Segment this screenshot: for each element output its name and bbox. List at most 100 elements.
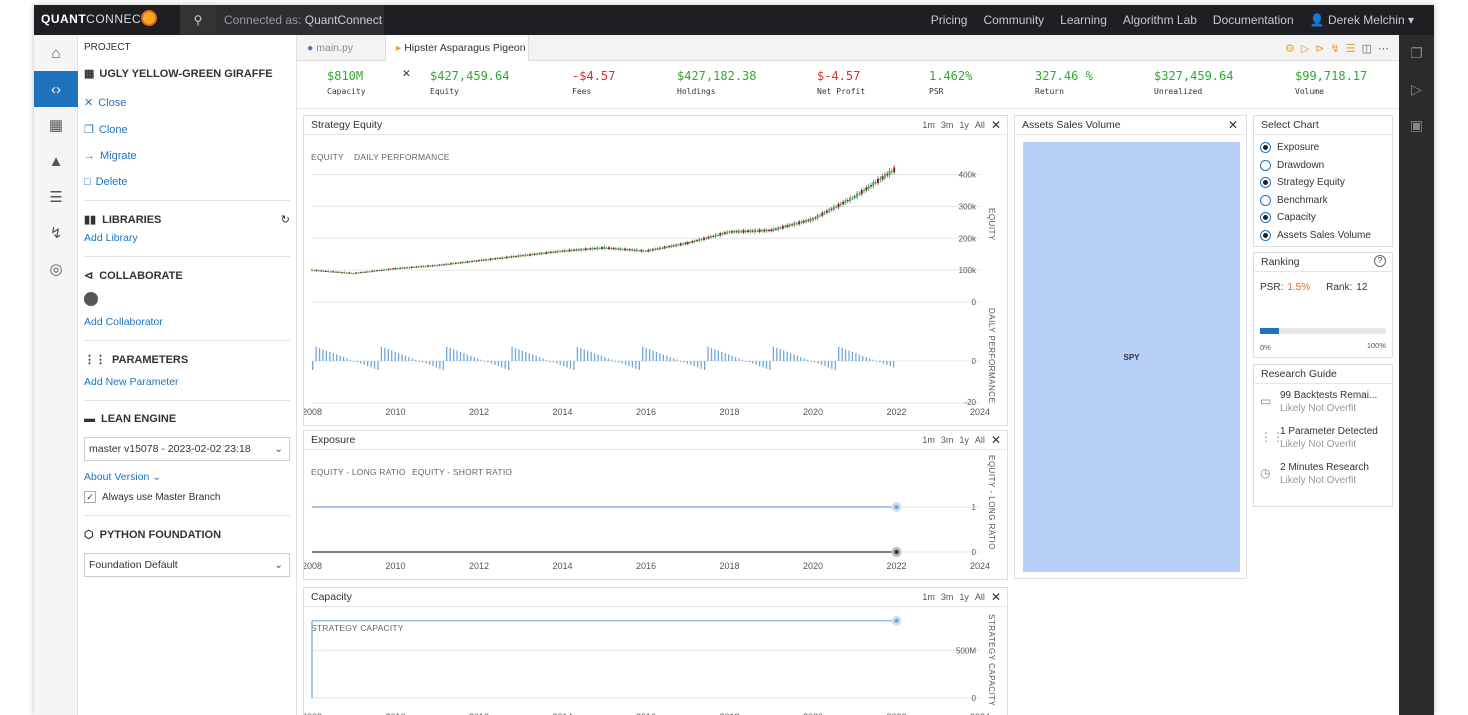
nav-algorithm-lab[interactable]: Algorithm Lab (1123, 5, 1197, 35)
connection-dropdown[interactable]: Connected as: QuantConnect ▾ (216, 5, 384, 57)
daily-bar (700, 361, 702, 369)
stat-label: Return (1035, 87, 1064, 96)
range-1y[interactable]: 1y (959, 588, 969, 606)
daily-bar (796, 355, 799, 361)
range-all[interactable]: All (975, 588, 985, 606)
nav-learning[interactable]: Learning (1060, 5, 1107, 35)
candle (605, 248, 608, 250)
about-version-link[interactable]: About Version ⌄ (84, 471, 290, 483)
range-3m[interactable]: 3m (941, 431, 954, 449)
delete-action[interactable]: □ Delete (84, 176, 290, 188)
lightning-icon[interactable]: ↯ (1331, 42, 1340, 55)
range-1y[interactable]: 1y (959, 431, 969, 449)
lifebuoy-icon[interactable]: ◎ (34, 251, 78, 287)
daily-bar (721, 351, 723, 361)
gear-icon[interactable]: ⚙ (1285, 42, 1295, 55)
close-icon[interactable]: ✕ (1228, 116, 1238, 134)
range-all[interactable]: All (975, 431, 985, 449)
files-icon[interactable]: ❐ (1399, 35, 1434, 71)
daily-bar (432, 361, 434, 367)
clone-action[interactable]: ❐ Clone (84, 123, 290, 137)
close-icon[interactable]: ✕ (991, 431, 1001, 449)
daily-bar (480, 359, 482, 361)
radio-icon[interactable] (1260, 142, 1271, 154)
foundation-select[interactable]: Foundation Default ⌄ (84, 553, 290, 577)
candle (793, 222, 796, 226)
chart-option-benchmark[interactable]: Benchmark (1254, 192, 1392, 210)
daily-bar (404, 355, 407, 361)
debug-icon[interactable]: ⊳ (1315, 42, 1324, 55)
lightning-icon[interactable]: ↯ (34, 215, 78, 251)
nav-pricing[interactable]: Pricing (931, 5, 968, 35)
home-icon[interactable]: ⌂ (34, 35, 78, 71)
refresh-icon[interactable]: ↻ (281, 213, 290, 226)
radio-icon[interactable] (1260, 194, 1271, 206)
nav-community[interactable]: Community (983, 5, 1044, 35)
treemap-cell-spy[interactable]: SPY (1023, 142, 1240, 572)
chart-option-drawdown[interactable]: Drawdown (1254, 157, 1392, 175)
check-icon: ✓ (84, 491, 96, 503)
daily-bar (318, 348, 321, 361)
chip-icon[interactable]: ▣ (1399, 107, 1434, 143)
y-tick-label: 400k (959, 171, 977, 180)
range-1m[interactable]: 1m (922, 431, 935, 449)
candle (598, 248, 601, 250)
tab-backtest[interactable]: ▸ Hipster Asparagus Pigeon ✕ (385, 35, 529, 80)
candle (642, 250, 645, 252)
daily-bar (765, 361, 768, 369)
candle (837, 203, 840, 208)
split-icon[interactable]: ◫ (1362, 42, 1372, 55)
daily-bar (494, 361, 496, 365)
tab-main-py[interactable]: ● main.py (297, 35, 385, 61)
daily-bar (556, 361, 558, 364)
close-icon[interactable]: ✕ (991, 116, 1001, 134)
x-tick-label: 2022 (886, 561, 906, 571)
code-icon[interactable]: ‹› (34, 71, 78, 107)
close-icon[interactable]: ✕ (991, 588, 1001, 606)
range-1m[interactable]: 1m (922, 588, 935, 606)
radio-icon[interactable] (1260, 229, 1271, 241)
logo[interactable]: QUANTCONNECT (41, 12, 149, 26)
migrate-action[interactable]: → Migrate (84, 150, 290, 162)
database-icon[interactable]: ☰ (34, 179, 78, 215)
user-menu[interactable]: 👤 Derek Melchin ▾ (1310, 5, 1414, 35)
add-collaborator-link[interactable]: Add Collaborator (84, 316, 290, 328)
candle (385, 269, 388, 271)
more-icon[interactable]: ⋯ (1378, 42, 1389, 55)
radio-icon[interactable] (1260, 212, 1271, 224)
daily-bar (370, 361, 372, 368)
radio-icon[interactable] (1260, 159, 1271, 171)
close-action[interactable]: ✕ Close (84, 96, 290, 110)
graduation-cap-icon[interactable]: ▲ (34, 143, 78, 179)
range-3m[interactable]: 3m (941, 116, 954, 134)
add-parameter-link[interactable]: Add New Parameter (84, 376, 290, 388)
building-icon[interactable]: ▦ (34, 107, 78, 143)
candle (849, 197, 852, 202)
play-icon[interactable]: ▷ (1301, 42, 1309, 55)
avatar[interactable] (84, 292, 98, 306)
candle (635, 249, 638, 252)
chart-option-strategy-equity[interactable]: Strategy Equity (1254, 174, 1392, 192)
candle (853, 196, 856, 198)
daily-bar (312, 361, 314, 371)
add-library-link[interactable]: Add Library (84, 232, 290, 244)
always-master-checkbox[interactable]: ✓ Always use Master Branch (84, 491, 290, 503)
run-debug-icon[interactable]: ▷ (1399, 71, 1434, 107)
list-icon[interactable]: ☰ (1346, 42, 1356, 55)
help-icon[interactable]: ? (1374, 255, 1386, 267)
left-icon-bar: ⌂ ‹› ▦ ▲ ☰ ↯ ◎ (34, 35, 78, 715)
range-3m[interactable]: 3m (941, 588, 954, 606)
range-all[interactable]: All (975, 116, 985, 134)
daily-bar (676, 359, 678, 361)
search-button[interactable]: ⚲ (180, 5, 216, 35)
daily-bar (477, 358, 479, 361)
radio-icon[interactable] (1260, 177, 1271, 189)
chart-option-exposure[interactable]: Exposure (1254, 139, 1392, 157)
chart-option-capacity[interactable]: Capacity (1254, 209, 1392, 227)
range-1m[interactable]: 1m (922, 116, 935, 134)
range-1y[interactable]: 1y (959, 116, 969, 134)
chart-option-assets-sales-volume[interactable]: Assets Sales Volume (1254, 227, 1392, 245)
nav-documentation[interactable]: Documentation (1213, 5, 1294, 35)
lean-version-select[interactable]: master v15078 - 2023-02-02 23:18 ⌄ (84, 437, 290, 461)
daily-bar (535, 355, 537, 361)
